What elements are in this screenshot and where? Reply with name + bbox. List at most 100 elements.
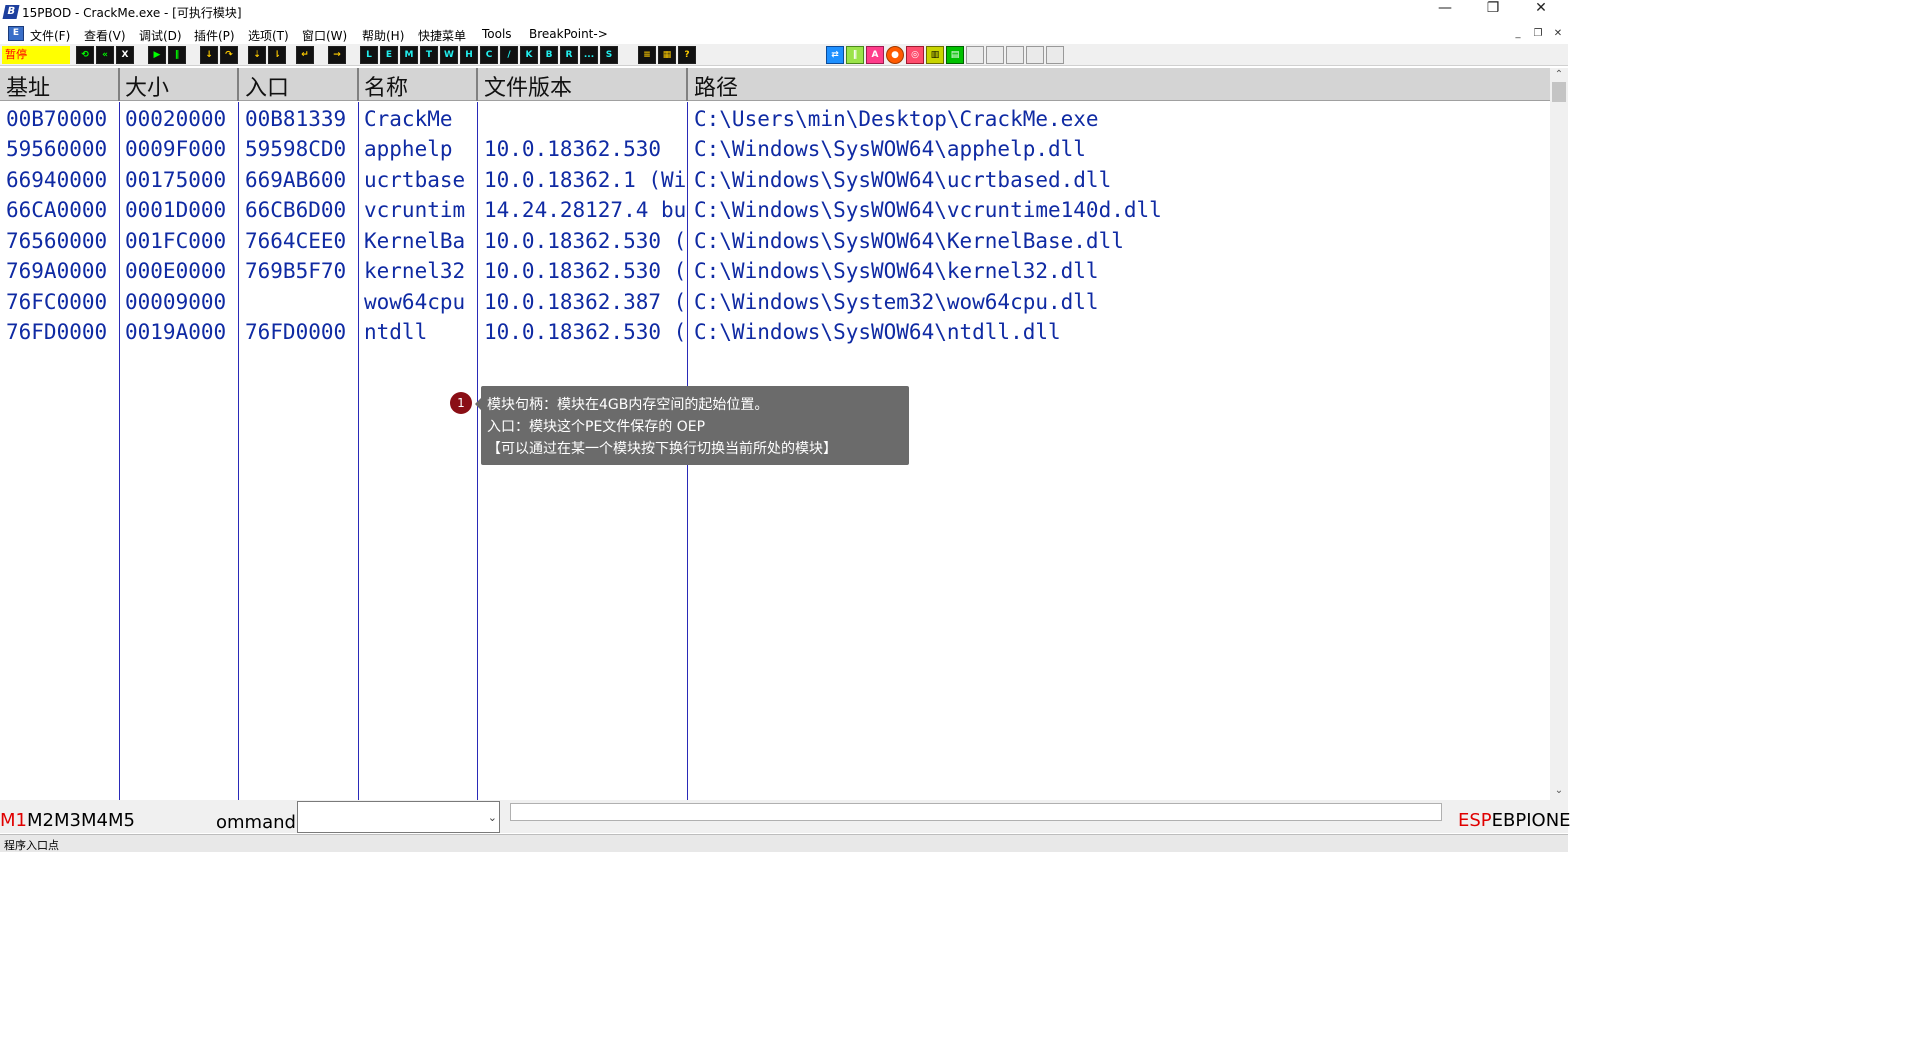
trace-over-icon[interactable]: ⇂ — [268, 46, 286, 64]
close-process-icon[interactable]: X — [116, 46, 134, 64]
table-row[interactable]: 59560000 0009F000 59598CD0 apphelp 10.0.… — [0, 135, 1550, 165]
table-row[interactable]: 76560000 001FC000 7664CEE0 KernelBa 10.0… — [0, 227, 1550, 257]
scroll-down-icon[interactable]: ⌄ — [1550, 784, 1568, 798]
pause-icon[interactable]: ‖ — [168, 46, 186, 64]
register-tabs: ESPEBPIONE — [1458, 810, 1571, 831]
target-icon[interactable]: ◎ — [906, 46, 924, 64]
command-input[interactable]: ⌄ — [297, 801, 500, 833]
register-tab-ione[interactable]: IONE — [1526, 810, 1570, 831]
memory-window-icon[interactable]: M — [400, 46, 418, 64]
blank-tool-2-icon[interactable] — [986, 46, 1004, 64]
restore-button[interactable]: ❐ — [1470, 0, 1516, 24]
register-tab-ebp[interactable]: EBP — [1492, 810, 1527, 831]
menu-shortcut[interactable]: 快捷菜单 — [418, 27, 466, 44]
annotation-badge: 1 — [450, 392, 472, 414]
refresh-icon[interactable]: ⇄ — [826, 46, 844, 64]
blank-tool-3-icon[interactable] — [1006, 46, 1024, 64]
mdi-child-icon[interactable]: E — [8, 26, 24, 41]
execute-till-return-icon[interactable]: ↵ — [296, 46, 314, 64]
mdi-close-button[interactable]: ✕ — [1550, 27, 1566, 41]
table-row[interactable]: 66940000 00175000 669AB600 ucrtbase 10.0… — [0, 166, 1550, 196]
vertical-scrollbar[interactable]: ⌃ ⌄ — [1550, 68, 1568, 800]
plugin-chart-icon[interactable]: ▥ — [926, 46, 944, 64]
step-into-icon[interactable]: ↓ — [200, 46, 218, 64]
scrollbar-thumb[interactable] — [1552, 82, 1566, 102]
windows-window-icon[interactable]: W — [440, 46, 458, 64]
memory-tab-m5[interactable]: M5 — [108, 810, 135, 831]
column-size[interactable]: 大小 — [125, 70, 169, 102]
cpu-window-icon[interactable]: C — [480, 46, 498, 64]
goto-icon[interactable]: → — [328, 46, 346, 64]
references-window-icon[interactable]: R — [560, 46, 578, 64]
restart-icon[interactable]: ⟲ — [76, 46, 94, 64]
column-path[interactable]: 路径 — [694, 70, 738, 102]
tooltip-line: 【可以通过在某一个模块按下换行切换当前所处的模块】 — [487, 441, 837, 457]
column-resize-handle[interactable] — [118, 68, 120, 101]
column-resize-handle[interactable] — [357, 68, 359, 101]
menu-debug[interactable]: 调试(D) — [139, 27, 182, 44]
column-base[interactable]: 基址 — [6, 70, 50, 102]
plugin-table-icon[interactable]: ▤ — [946, 46, 964, 64]
table-row[interactable]: 76FD0000 0019A000 76FD0000 ntdll 10.0.18… — [0, 318, 1550, 348]
menu-file[interactable]: 文件(F) — [30, 27, 70, 44]
blank-tool-5-icon[interactable] — [1046, 46, 1064, 64]
menu-window[interactable]: 窗口(W) — [302, 27, 347, 44]
register-tab-esp[interactable]: ESP — [1458, 810, 1492, 831]
breakpoints-window-icon[interactable]: B — [540, 46, 558, 64]
threads-window-icon[interactable]: T — [420, 46, 438, 64]
column-entry[interactable]: 入口 — [245, 70, 289, 102]
cell-entry: 00B81339 — [245, 107, 347, 131]
memory-tab-m3[interactable]: M3 — [54, 810, 81, 831]
column-name[interactable]: 名称 — [364, 70, 408, 102]
cell-base: 769A0000 — [6, 259, 108, 283]
menu-tools[interactable]: Tools — [482, 27, 512, 41]
menu-help[interactable]: 帮助(H) — [362, 27, 404, 44]
blank-tool-4-icon[interactable] — [1026, 46, 1044, 64]
table-row[interactable]: 769A0000 000E0000 769B5F70 kernel32 10.0… — [0, 257, 1550, 287]
plugin-green-icon[interactable]: ‖ — [846, 46, 864, 64]
call-stack-window-icon[interactable]: K — [520, 46, 538, 64]
log-window-icon[interactable]: L — [360, 46, 378, 64]
cell-size: 001FC000 — [125, 229, 227, 253]
menu-breakpoint[interactable]: BreakPoint-> — [529, 27, 608, 41]
minimize-button[interactable]: — — [1422, 0, 1468, 24]
close-button[interactable]: ✕ — [1518, 0, 1564, 24]
cell-path: C:\Users\min\Desktop\CrackMe.exe — [694, 107, 1099, 131]
menu-options[interactable]: 选项(T) — [248, 27, 289, 44]
record-icon[interactable]: ● — [886, 46, 904, 64]
mdi-restore-button[interactable]: ❐ — [1530, 27, 1546, 41]
column-resize-handle[interactable] — [686, 68, 688, 101]
memory-tab-m1[interactable]: M1 — [0, 810, 27, 831]
memory-tab-m4[interactable]: M4 — [81, 810, 108, 831]
table-row[interactable]: 66CA0000 0001D000 66CB6D00 vcruntim 14.2… — [0, 196, 1550, 226]
app-icon: B — [2, 5, 20, 19]
memory-tab-m2[interactable]: M2 — [27, 810, 54, 831]
step-over-icon[interactable]: ↷ — [220, 46, 238, 64]
column-resize-handle[interactable] — [476, 68, 478, 101]
scroll-up-icon[interactable]: ⌃ — [1550, 68, 1568, 82]
table-row[interactable]: 76FC0000 00009000 wow64cpu 10.0.18362.38… — [0, 288, 1550, 318]
cell-version: 10.0.18362.530 ( — [484, 320, 686, 344]
grid-icon[interactable]: ▦ — [658, 46, 676, 64]
list-icon[interactable]: ≡ — [638, 46, 656, 64]
column-resize-handle[interactable] — [237, 68, 239, 101]
trace-into-icon[interactable]: ⇣ — [248, 46, 266, 64]
rewind-icon[interactable]: « — [96, 46, 114, 64]
blank-tool-1-icon[interactable] — [966, 46, 984, 64]
run-trace-window-icon[interactable]: ... — [580, 46, 598, 64]
mdi-minimize-button[interactable]: _ — [1510, 27, 1526, 41]
chevron-down-icon[interactable]: ⌄ — [488, 811, 497, 824]
column-file-version[interactable]: 文件版本 — [484, 70, 572, 102]
help-icon[interactable]: ? — [678, 46, 696, 64]
menu-plugins[interactable]: 插件(P) — [194, 27, 235, 44]
annotation-tooltip: 模块句柄：模块在4GB内存空间的起始位置。 入口：模块这个PE文件保存的 OEP… — [475, 386, 909, 465]
run-icon[interactable]: ▶ — [148, 46, 166, 64]
menu-view[interactable]: 查看(V) — [84, 27, 126, 44]
handles-window-icon[interactable]: H — [460, 46, 478, 64]
source-window-icon[interactable]: S — [600, 46, 618, 64]
patches-window-icon[interactable]: / — [500, 46, 518, 64]
modules-window-icon[interactable]: E — [380, 46, 398, 64]
cell-version: 10.0.18362.530 — [484, 137, 662, 161]
table-row[interactable]: 00B70000 00020000 00B81339 CrackMe C:\Us… — [0, 105, 1550, 135]
plugin-a-icon[interactable]: A — [866, 46, 884, 64]
